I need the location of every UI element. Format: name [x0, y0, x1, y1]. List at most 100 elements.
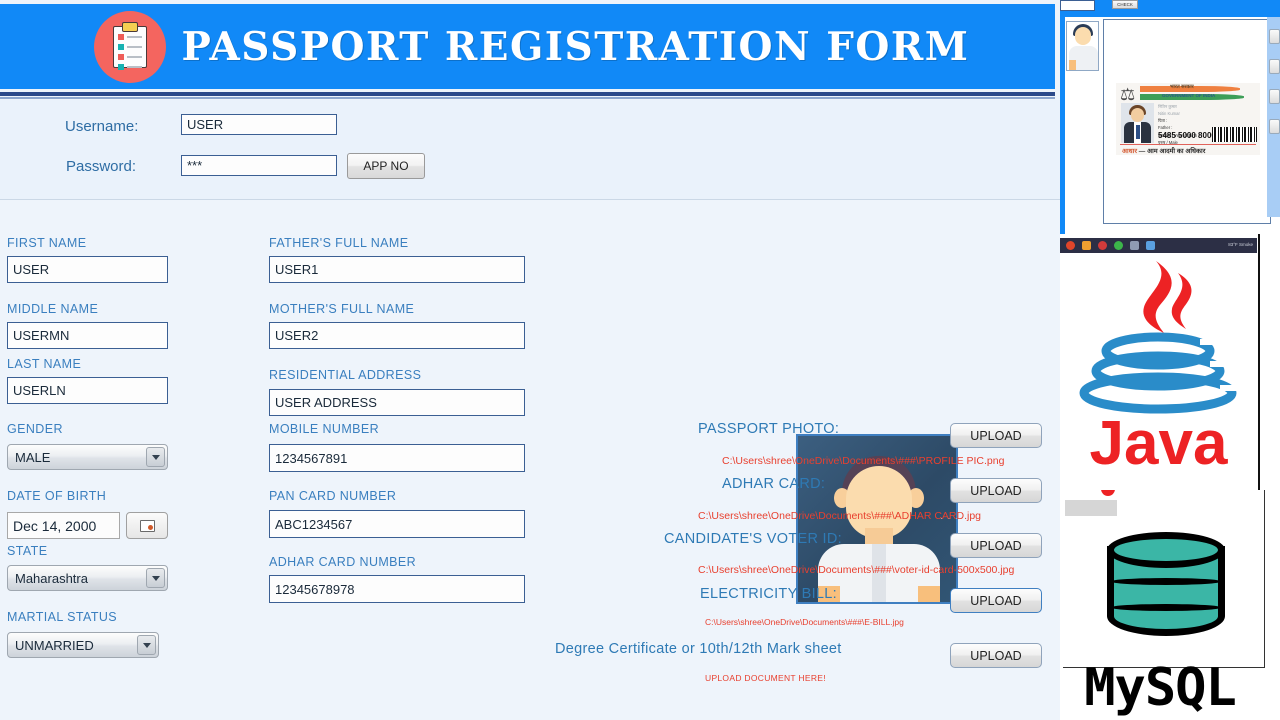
banner-divider	[0, 92, 1055, 96]
passport-photo-upload-button[interactable]: UPLOAD	[950, 423, 1042, 448]
files-icon[interactable]	[1082, 241, 1091, 250]
dob-label: DATE OF BIRTH	[7, 489, 107, 503]
adhar-card-input[interactable]: 12345678978	[269, 575, 525, 603]
preview-button-3[interactable]	[1269, 89, 1280, 104]
residential-address-input[interactable]: USER ADDRESS	[269, 389, 525, 416]
password-input[interactable]: ***	[181, 155, 337, 176]
page-title: PASSPORT REGISTRATION FORM	[181, 23, 970, 70]
first-name-input[interactable]: USER	[7, 256, 168, 283]
java-logo: Java	[1060, 253, 1257, 490]
mysql-frame	[1063, 490, 1265, 668]
father-name-input[interactable]: USER1	[269, 256, 525, 283]
last-name-label: LAST NAME	[7, 357, 82, 371]
passport-photo-upload-label: PASSPORT PHOTO:	[698, 421, 840, 437]
residential-address-label: RESIDENTIAL ADDRESS	[269, 368, 422, 382]
mobile-number-label: MOBILE NUMBER	[269, 422, 380, 436]
voter-id-path: C:\Users\shree\OneDrive\Documents\###\vo…	[698, 564, 1015, 576]
java-logo-panel: 83°F Smoke Java	[1060, 234, 1280, 490]
mysql-logo-panel: MySQL	[1060, 490, 1280, 720]
middle-name-label: MIDDLE NAME	[7, 302, 99, 316]
aadhaar-preview-window: CHECK ⚖ भारत सरकार GOVERNMENT OF INDIA न…	[1060, 0, 1280, 234]
dob-input[interactable]: Dec 14, 2000	[7, 512, 120, 539]
aadhaar-gov-hindi: भारत सरकार	[1170, 84, 1194, 90]
username-input[interactable]: USER	[181, 114, 337, 135]
package-icon[interactable]	[1130, 241, 1139, 250]
banner-divider-light	[0, 97, 1055, 99]
desktop-taskbar: 83°F Smoke	[1060, 238, 1257, 253]
mother-name-input[interactable]: USER2	[269, 322, 525, 349]
chevron-down-icon[interactable]	[137, 635, 156, 655]
adhar-card-upload-label: ADHAR CARD:	[722, 476, 826, 492]
marital-status-label: MARTIAL STATUS	[7, 610, 118, 624]
pan-card-input[interactable]: ABC1234567	[269, 510, 525, 538]
mobile-number-input[interactable]: 1234567891	[269, 444, 525, 472]
aadhaar-father-hindi: पिता :	[1158, 118, 1168, 124]
app-no-button[interactable]: APP NO	[347, 153, 425, 179]
check-button[interactable]: CHECK	[1112, 0, 1138, 9]
degree-certificate-hint: UPLOAD DOCUMENT HERE!	[705, 673, 826, 683]
java-overflow-dot	[1101, 490, 1115, 496]
preview-button-1[interactable]	[1269, 29, 1280, 44]
form-body: FIRST NAME USER MIDDLE NAME USERMN LAST …	[0, 201, 1060, 720]
gender-label: GENDER	[7, 422, 63, 436]
state-label: STATE	[7, 544, 48, 558]
preview-button-2[interactable]	[1269, 59, 1280, 74]
password-label: Password:	[66, 158, 137, 175]
marital-status-select[interactable]: UNMARRIED	[7, 632, 159, 658]
marital-status-value: UNMARRIED	[15, 637, 94, 653]
gender-value: MALE	[15, 449, 51, 465]
netbeans-icon[interactable]	[1146, 241, 1155, 250]
mysql-panel-right-edge	[1266, 490, 1280, 720]
aadhaar-name-hindi: नितिन कुमार	[1158, 104, 1177, 109]
preview-left-edge	[1060, 17, 1065, 234]
aadhaar-card-frame: ⚖ भारत सरकार GOVERNMENT OF INDIA नितिन क…	[1103, 19, 1271, 224]
pan-card-label: PAN CARD NUMBER	[269, 489, 397, 503]
adhar-card-upload-button[interactable]: UPLOAD	[950, 478, 1042, 503]
opera-icon[interactable]	[1066, 241, 1075, 250]
clipboard-icon	[94, 10, 166, 83]
database-icon	[1107, 532, 1225, 650]
state-select[interactable]: Maharashtra	[7, 565, 168, 591]
chevron-down-icon[interactable]	[146, 447, 165, 467]
electricity-bill-upload-button[interactable]: UPLOAD	[950, 588, 1042, 613]
aadhaar-slogan-rest: आम आदमी का अधिकार	[1147, 148, 1206, 155]
java-coffee-icon	[1079, 261, 1256, 414]
mysql-label: MySQL	[1084, 658, 1237, 718]
adhar-card-path: C:\Users\shree\OneDrive\Documents\###\AD…	[698, 510, 982, 522]
gender-select[interactable]: MALE	[7, 444, 168, 470]
degree-certificate-upload-label: Degree Certificate or 10th/12th Mark she…	[555, 641, 842, 657]
taskbar-weather: 83°F Smoke	[1228, 242, 1253, 247]
screen: PASSPORT REGISTRATION FORM Username: USE…	[0, 0, 1280, 720]
middle-name-input[interactable]: USERMN	[7, 322, 168, 349]
aadhaar-slogan-hindi: आधार	[1122, 148, 1137, 155]
aadhaar-slogan: आधार — आम आदमी का अधिकार	[1122, 146, 1205, 155]
degree-certificate-upload-button[interactable]: UPLOAD	[950, 643, 1042, 668]
voter-id-upload-label: CANDIDATE'S VOTER ID:	[664, 531, 842, 547]
calendar-icon[interactable]	[126, 512, 168, 539]
state-value: Maharashtra	[15, 570, 88, 586]
electricity-bill-upload-label: ELECTRICITY BILL:	[700, 586, 837, 602]
aadhaar-card-image: ⚖ भारत सरकार GOVERNMENT OF INDIA नितिन क…	[1116, 83, 1260, 155]
aadhaar-photo	[1121, 103, 1154, 143]
father-name-label: FATHER'S FULL NAME	[269, 236, 409, 250]
adhar-card-label: ADHAR CARD NUMBER	[269, 555, 417, 569]
preview-text-input[interactable]	[1060, 0, 1095, 11]
java-panel-right-edge	[1258, 234, 1280, 490]
chevron-down-icon[interactable]	[146, 568, 165, 588]
first-name-label: FIRST NAME	[7, 236, 87, 250]
chrome-icon[interactable]	[1114, 241, 1123, 250]
right-side-panel: CHECK ⚖ भारत सरकार GOVERNMENT OF INDIA न…	[1060, 0, 1280, 720]
preview-button-column	[1267, 17, 1280, 217]
voter-id-upload-button[interactable]: UPLOAD	[950, 533, 1042, 558]
gray-placeholder-box	[1065, 500, 1117, 516]
aadhaar-gov-english: GOVERNMENT OF INDIA	[1162, 93, 1216, 98]
profile-thumbnail	[1066, 21, 1099, 71]
mother-name-label: MOTHER'S FULL NAME	[269, 302, 415, 316]
aadhaar-slogan-dash: —	[1138, 148, 1146, 155]
username-label: Username:	[65, 118, 139, 135]
electricity-bill-path: C:\Users\shree\OneDrive\Documents\###\E-…	[705, 617, 904, 627]
last-name-input[interactable]: USERLN	[7, 377, 168, 404]
passport-registration-window: PASSPORT REGISTRATION FORM Username: USE…	[0, 0, 1060, 720]
preview-button-4[interactable]	[1269, 119, 1280, 134]
record-icon[interactable]	[1098, 241, 1107, 250]
